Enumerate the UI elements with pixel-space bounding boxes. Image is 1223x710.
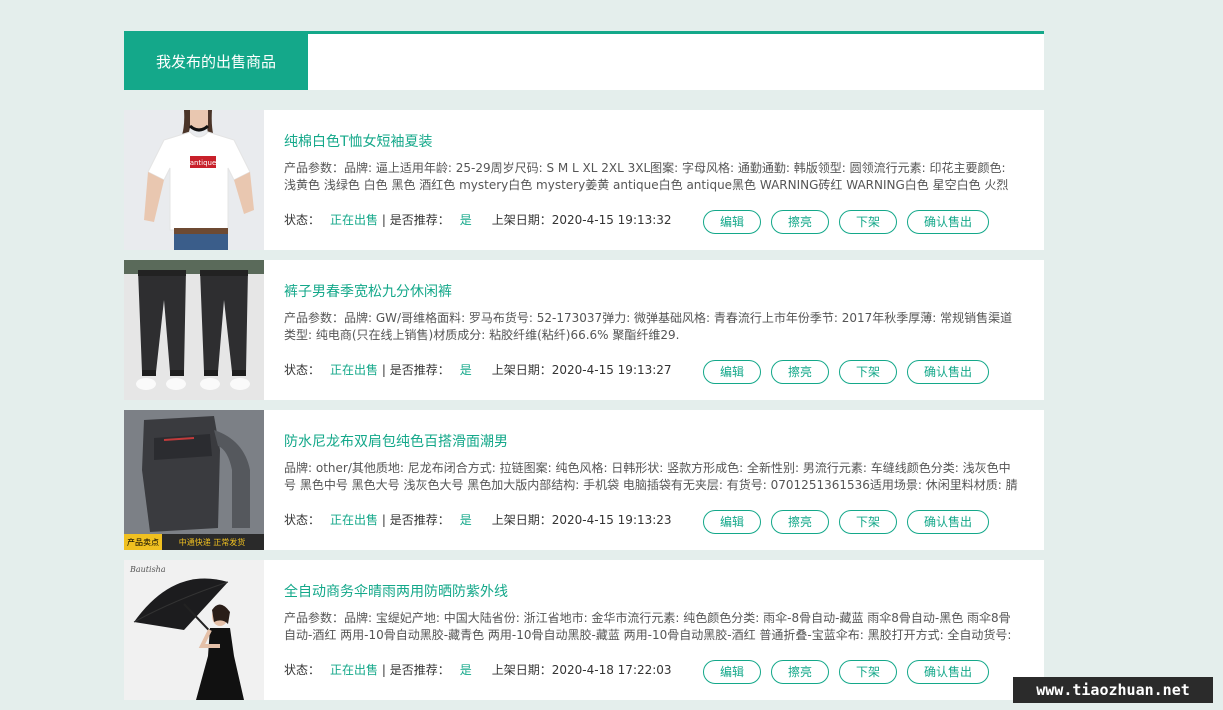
product-content: 防水尼龙布双肩包纯色百搭滑面潮男 品牌: other/其他质地: 尼龙布闭合方式… <box>284 410 1019 550</box>
date-value: 2020-4-15 19:13:32 <box>551 213 672 227</box>
status-value: 正在出售 <box>330 213 379 227</box>
svg-text:antique: antique <box>190 159 217 167</box>
polish-button[interactable]: 擦亮 <box>771 660 829 684</box>
date-value: 2020-4-15 19:13:27 <box>551 363 672 377</box>
status-label: 状态： <box>284 363 321 377</box>
status-value: 正在出售 <box>330 363 379 377</box>
product-image-backpack[interactable]: 产品卖点 中通快递 正常发货 <box>124 410 264 550</box>
product-image-tshirt[interactable]: antique <box>124 110 264 250</box>
product-params: 产品参数：品牌: 逼上适用年龄: 25-29周岁尺码: S M L XL 2XL… <box>284 161 1009 192</box>
delist-button[interactable]: 下架 <box>839 660 897 684</box>
product-actions: 编辑 擦亮 下架 确认售出 <box>693 360 989 384</box>
polish-button[interactable]: 擦亮 <box>771 210 829 234</box>
status-label: 状态： <box>284 663 321 677</box>
product-content: 裤子男春季宽松九分休闲裤 产品参数：品牌: GW/哥维格面料: 罗马布货号: 5… <box>284 260 1019 400</box>
site-watermark: www.tiaozhuan.net <box>1013 677 1213 703</box>
product-list: antique 纯棉白色T恤女短袖夏装 产品参数：品牌: 逼上适用年龄: 25-… <box>124 110 1044 700</box>
product-content: 全自动商务伞晴雨两用防晒防紫外线 产品参数：品牌: 宝缇妃产地: 中国大陆省份:… <box>284 560 1019 700</box>
date-value: 2020-4-15 19:13:23 <box>551 513 672 527</box>
product-item: 产品卖点 中通快递 正常发货 防水尼龙布双肩包纯色百搭滑面潮男 品牌: othe… <box>124 410 1044 550</box>
delist-button[interactable]: 下架 <box>839 360 897 384</box>
product-meta: 状态： 正在出售 | 是否推荐： 是 上架日期：2020-4-15 19:13:32 <box>284 211 672 228</box>
confirm-sold-button[interactable]: 确认售出 <box>907 660 989 684</box>
polish-button[interactable]: 擦亮 <box>771 510 829 534</box>
product-actions: 编辑 擦亮 下架 确认售出 <box>693 510 989 534</box>
recommend-value: 是 <box>459 363 472 377</box>
recommend-label: | 是否推荐： <box>378 663 450 677</box>
edit-button[interactable]: 编辑 <box>703 360 761 384</box>
badge-left-text: 产品卖点 <box>127 537 159 547</box>
recommend-label: | 是否推荐： <box>378 513 450 527</box>
edit-button[interactable]: 编辑 <box>703 510 761 534</box>
date-label: 上架日期： <box>491 513 552 527</box>
delist-button[interactable]: 下架 <box>839 210 897 234</box>
delist-button[interactable]: 下架 <box>839 510 897 534</box>
product-params: 产品参数：品牌: 宝缇妃产地: 中国大陆省份: 浙江省地市: 金华市流行元素: … <box>284 611 1012 642</box>
product-title[interactable]: 纯棉白色T恤女短袖夏装 <box>284 131 433 151</box>
badge-right-text: 中通快递 正常发货 <box>179 537 246 547</box>
status-value: 正在出售 <box>330 663 379 677</box>
confirm-sold-button[interactable]: 确认售出 <box>907 210 989 234</box>
product-params: 品牌: other/其他质地: 尼龙布闭合方式: 拉链图案: 纯色风格: 日韩形… <box>284 461 1018 492</box>
recommend-value: 是 <box>459 513 472 527</box>
product-title[interactable]: 裤子男春季宽松九分休闲裤 <box>284 281 452 301</box>
date-label: 上架日期： <box>491 663 552 677</box>
tab-my-sale-items[interactable]: 我发布的出售商品 <box>124 34 308 90</box>
status-value: 正在出售 <box>330 513 379 527</box>
polish-button[interactable]: 擦亮 <box>771 360 829 384</box>
confirm-sold-button[interactable]: 确认售出 <box>907 360 989 384</box>
product-actions: 编辑 擦亮 下架 确认售出 <box>693 210 989 234</box>
product-actions: 编辑 擦亮 下架 确认售出 <box>693 660 989 684</box>
status-label: 状态： <box>284 513 321 527</box>
panel-header: 我发布的出售商品 <box>124 31 1044 90</box>
product-meta: 状态： 正在出售 | 是否推荐： 是 上架日期：2020-4-15 19:13:23 <box>284 511 672 528</box>
recommend-value: 是 <box>459 213 472 227</box>
product-title[interactable]: 全自动商务伞晴雨两用防晒防紫外线 <box>284 581 508 601</box>
date-label: 上架日期： <box>491 363 552 377</box>
confirm-sold-button[interactable]: 确认售出 <box>907 510 989 534</box>
product-item: 裤子男春季宽松九分休闲裤 产品参数：品牌: GW/哥维格面料: 罗马布货号: 5… <box>124 260 1044 400</box>
product-item: antique 纯棉白色T恤女短袖夏装 产品参数：品牌: 逼上适用年龄: 25-… <box>124 110 1044 250</box>
product-params: 产品参数：品牌: GW/哥维格面料: 罗马布货号: 52-173037弹力: 微… <box>284 311 1013 342</box>
date-value: 2020-4-18 17:22:03 <box>551 663 672 677</box>
recommend-label: | 是否推荐： <box>378 213 450 227</box>
recommend-value: 是 <box>459 663 472 677</box>
product-content: 纯棉白色T恤女短袖夏装 产品参数：品牌: 逼上适用年龄: 25-29周岁尺码: … <box>284 110 1019 250</box>
status-label: 状态： <box>284 213 321 227</box>
product-image-pants[interactable] <box>124 260 264 400</box>
brand-logo-text: Bautisha <box>129 565 166 574</box>
product-title[interactable]: 防水尼龙布双肩包纯色百搭滑面潮男 <box>284 431 508 451</box>
date-label: 上架日期： <box>491 213 552 227</box>
sales-panel: 我发布的出售商品 antique 纯棉白色T恤女短袖夏装 产品参数：品牌: 逼上… <box>124 31 1044 710</box>
product-meta: 状态： 正在出售 | 是否推荐： 是 上架日期：2020-4-18 17:22:03 <box>284 661 672 678</box>
edit-button[interactable]: 编辑 <box>703 210 761 234</box>
edit-button[interactable]: 编辑 <box>703 660 761 684</box>
product-item: Bautisha 全自动商务伞晴雨两用防晒防紫外线 产品参数：品牌: 宝缇妃产地… <box>124 560 1044 700</box>
product-meta: 状态： 正在出售 | 是否推荐： 是 上架日期：2020-4-15 19:13:27 <box>284 361 672 378</box>
product-image-umbrella[interactable]: Bautisha <box>124 560 264 700</box>
recommend-label: | 是否推荐： <box>378 363 450 377</box>
